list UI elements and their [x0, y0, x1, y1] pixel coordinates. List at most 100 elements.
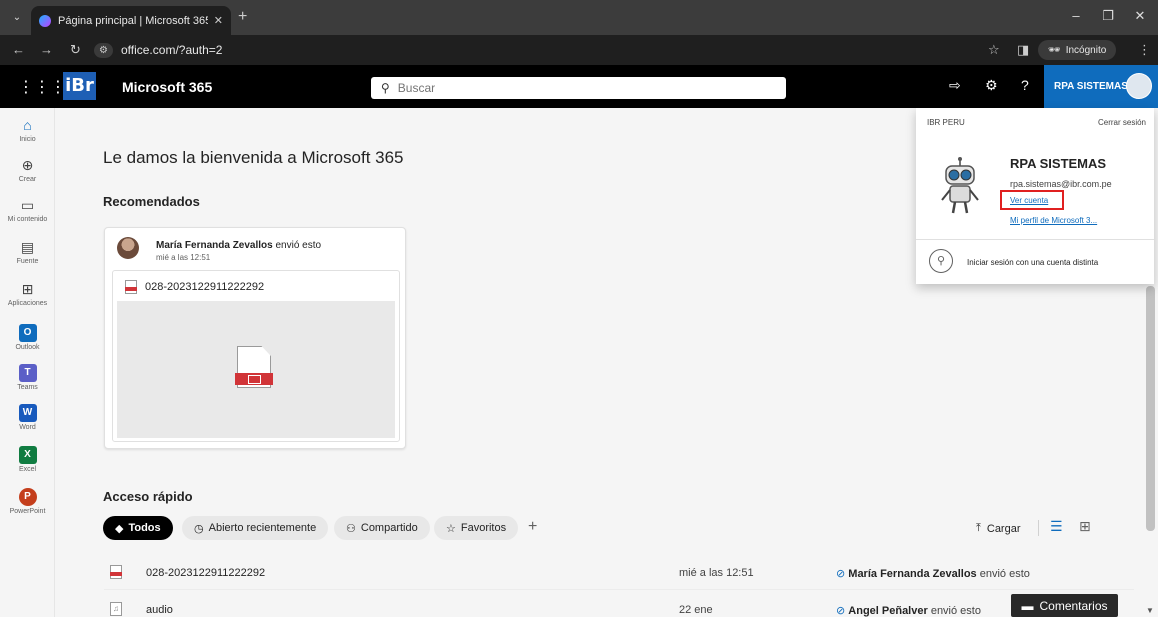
add-filter-icon[interactable]: + — [528, 518, 537, 536]
rail-label: Outlook — [15, 344, 40, 351]
m365-header: ⋮⋮⋮ iBr Microsoft 365 ⚲ ⇨ ⚙ ? RPA SISTEM… — [0, 65, 1158, 108]
recommended-time: mié a las 12:51 — [156, 253, 211, 262]
rail-item-word[interactable]: W Word — [0, 404, 55, 431]
incognito-badge[interactable]: 🕶 Incógnito — [1038, 40, 1117, 60]
my-day-icon[interactable]: ⇨ — [949, 77, 961, 94]
flyout-email: rpa.sistemas@ibr.com.pe — [1010, 179, 1112, 189]
new-tab-button[interactable]: + — [238, 8, 247, 26]
file-date: mié a las 12:51 — [679, 567, 754, 579]
file-name: 028-2023122911222292 — [145, 281, 265, 293]
minimize-icon[interactable]: – — [1066, 8, 1086, 23]
browser-tab-bar: ⌄ Página principal | Microsoft 365 ✕ + –… — [0, 0, 1158, 35]
activity-text: envió esto — [272, 240, 322, 251]
left-rail: ⌂ Inicio ⊕ Crear ▭ Mi contenido ▤ Fuente… — [0, 108, 55, 617]
create-icon: ⊕ — [21, 157, 34, 173]
tab-search-icon[interactable]: ⌄ — [8, 9, 26, 27]
activity-text: envió esto — [927, 605, 981, 617]
switch-account-link[interactable]: Iniciar sesión con una cuenta distinta — [967, 258, 1098, 267]
close-window-icon[interactable]: ✕ — [1130, 8, 1150, 24]
grid-view-icon[interactable]: ⊞ — [1079, 518, 1091, 535]
address-bar[interactable]: ⚙ office.com/?auth=2 — [94, 39, 974, 61]
profile-link[interactable]: Mi perfil de Microsoft 3... — [1010, 216, 1097, 225]
reload-icon[interactable]: ↻ — [70, 42, 81, 58]
upload-button[interactable]: ⤒ Cargar — [976, 522, 1021, 535]
toolbar-divider — [1038, 520, 1039, 536]
filter-label: Compartido — [360, 522, 418, 534]
filter-todos[interactable]: ◆ Todos — [103, 516, 173, 540]
clock-icon: ◷ — [194, 522, 204, 535]
filter-shared[interactable]: ⚇ Compartido — [334, 516, 430, 540]
rail-item-outlook[interactable]: O Outlook — [0, 324, 55, 351]
feed-icon: ▤ — [20, 239, 35, 255]
people-icon: ⚇ — [346, 522, 356, 535]
account-name: RPA SISTEMAS — [1054, 81, 1128, 92]
url-text: office.com/?auth=2 — [120, 43, 223, 57]
bookmark-star-icon[interactable]: ☆ — [988, 42, 1000, 58]
org-name: IBR PERU — [927, 118, 965, 127]
excel-icon: X — [18, 446, 37, 464]
app-name[interactable]: Microsoft 365 — [122, 79, 212, 95]
rail-label: Aplicaciones — [7, 300, 48, 307]
filter-label: Todos — [128, 522, 161, 534]
rail-item-mi-contenido[interactable]: ▭ Mi contenido — [0, 196, 55, 223]
star-icon: ☆ — [446, 522, 456, 535]
sender-avatar — [117, 237, 139, 259]
app-launcher-icon[interactable]: ⋮⋮⋮ — [18, 77, 66, 97]
account-manager-button[interactable]: RPA SISTEMAS — [1044, 65, 1158, 108]
sign-out-link[interactable]: Cerrar sesión — [1098, 118, 1146, 127]
search-box[interactable]: ⚲ — [371, 77, 786, 99]
account-flyout: IBR PERU Cerrar sesión RPA SISTEMAS rpa.… — [916, 108, 1154, 284]
settings-gear-icon[interactable]: ⚙ — [985, 77, 998, 94]
tab-close-icon[interactable]: ✕ — [214, 14, 223, 27]
filter-label: Abierto recientemente — [208, 522, 317, 534]
search-input[interactable] — [397, 81, 758, 95]
rail-label: Crear — [18, 176, 37, 183]
search-icon: ⚲ — [381, 81, 390, 95]
back-icon[interactable]: ← — [12, 42, 25, 57]
rail-label: Fuente — [16, 258, 39, 265]
file-preview-card[interactable]: 028-2023122911222292 — [112, 270, 400, 442]
recommended-card[interactable]: María Fernanda Zevallos envió esto mié a… — [104, 227, 406, 449]
address-bar-row: ← → ↻ ⚙ office.com/?auth=2 ☆ ◨ 🕶 Incógni… — [0, 35, 1158, 65]
file-name[interactable]: 028-2023122911222292 — [146, 567, 265, 579]
rail-item-aplicaciones[interactable]: ⊞ Aplicaciones — [0, 280, 55, 307]
comment-icon: ▬ — [1021, 598, 1034, 613]
table-row[interactable]: 028-2023122911222292 mié a las 12:51 ⊘ M… — [104, 558, 1134, 590]
filter-favorites[interactable]: ☆ Favoritos — [434, 516, 519, 540]
word-icon: W — [18, 404, 37, 422]
org-logo[interactable]: iBr — [63, 72, 96, 100]
file-title: 028-2023122911222292 — [125, 280, 264, 294]
file-date: 22 ene — [679, 604, 713, 616]
rail-item-powerpoint[interactable]: P PowerPoint — [0, 488, 55, 515]
flyout-account-name: RPA SISTEMAS — [1010, 156, 1107, 171]
help-icon[interactable]: ? — [1021, 77, 1029, 93]
rail-label: Excel — [18, 466, 37, 473]
forward-icon[interactable]: → — [40, 42, 53, 57]
folder-icon: ▭ — [20, 197, 35, 213]
activity-actor: Angel Peñalver — [848, 605, 928, 617]
rail-item-teams[interactable]: T Teams — [0, 364, 55, 391]
rail-item-excel[interactable]: X Excel — [0, 446, 55, 473]
add-person-icon[interactable]: ⚲ — [929, 249, 953, 273]
file-name[interactable]: audio — [146, 604, 173, 616]
browser-menu-icon[interactable]: ⋮ — [1138, 42, 1151, 58]
side-panel-icon[interactable]: ◨ — [1017, 42, 1029, 58]
activity-actor: María Fernanda Zevallos — [848, 568, 977, 580]
scroll-down-icon[interactable]: ▼ — [1146, 606, 1154, 615]
feedback-button[interactable]: ▬ Comentarios — [1011, 594, 1118, 617]
account-avatar — [1126, 73, 1152, 99]
upload-icon: ⤒ — [976, 522, 981, 534]
site-info-icon[interactable]: ⚙ — [94, 42, 113, 58]
filter-recent[interactable]: ◷ Abierto recientemente — [182, 516, 329, 540]
quick-access-heading: Acceso rápido — [103, 489, 193, 504]
restore-icon[interactable]: ❐ — [1098, 8, 1118, 24]
incognito-icon: 🕶 — [1048, 44, 1061, 56]
incognito-label: Incógnito — [1065, 44, 1107, 56]
list-view-icon[interactable]: ☰ — [1050, 518, 1063, 535]
browser-tab[interactable]: Página principal | Microsoft 365 ✕ — [31, 6, 231, 35]
table-row[interactable]: ♫ audio 22 ene ⊘ Angel Peñalver envió es… — [104, 595, 1134, 617]
rail-item-inicio[interactable]: ⌂ Inicio — [0, 116, 55, 143]
scroll-thumb[interactable] — [1146, 286, 1155, 531]
rail-item-fuente[interactable]: ▤ Fuente — [0, 238, 55, 265]
rail-item-crear[interactable]: ⊕ Crear — [0, 156, 55, 183]
